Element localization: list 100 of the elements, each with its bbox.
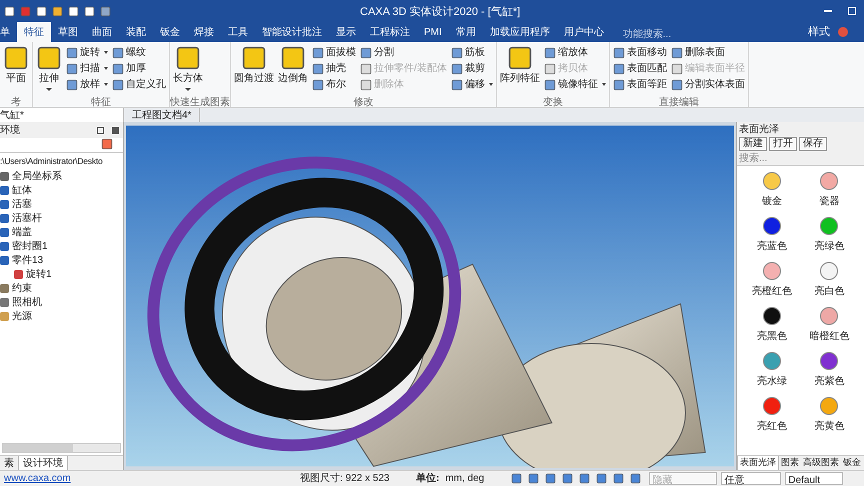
toolbar-button[interactable]: 打开 — [769, 137, 797, 151]
square-icon — [360, 78, 372, 90]
ribbon-tab[interactable]: 显示 — [329, 22, 363, 42]
tree-item[interactable]: 照相机 — [12, 295, 42, 310]
ribbon-tab[interactable]: 加载应用程序 — [482, 22, 557, 42]
ribbon-button[interactable]: 镜像特征 — [544, 77, 606, 92]
ribbon-button[interactable]: 自定义孔 — [112, 77, 166, 92]
tree-item[interactable]: 零件13 — [12, 253, 44, 268]
tree-item[interactable]: 旋转1 — [26, 267, 52, 282]
style-menu[interactable]: 样式 — [808, 24, 830, 40]
toolbar-icon[interactable] — [100, 6, 111, 16]
ribbon-button[interactable]: 布尔 — [312, 77, 356, 92]
document-tab[interactable]: 气缸* — [0, 108, 124, 122]
ribbon-button[interactable]: 筋板 — [450, 45, 493, 60]
ribbon-button[interactable]: 表面移动 — [612, 45, 667, 60]
search-field[interactable]: 搜索... — [737, 152, 864, 166]
ribbon-tab[interactable]: 单 — [0, 22, 17, 42]
ribbon-button[interactable]: 加厚 — [112, 61, 166, 76]
ribbon-button[interactable]: 偏移 — [450, 77, 493, 92]
ribbon-tab[interactable]: 装配 — [119, 22, 153, 42]
ribbon-tab[interactable]: 曲面 — [85, 22, 119, 42]
window-title: CAXA 3D 实体设计2020 - [气缸*] — [360, 4, 520, 20]
ribbon-button[interactable]: 缩放体 — [544, 45, 606, 60]
panel-title: 表面光泽 — [737, 122, 864, 136]
square-icon — [544, 78, 556, 90]
square-icon — [450, 46, 463, 58]
ribbon-tab[interactable]: PMI — [417, 22, 449, 42]
ribbon-button[interactable]: 圆角过渡 — [234, 45, 274, 86]
ribbon-button[interactable]: 旋转 — [66, 45, 108, 60]
search-field[interactable]: 功能搜索... — [622, 26, 703, 42]
panel-tab[interactable]: 表面光泽 — [737, 456, 779, 470]
square-icon — [670, 78, 683, 90]
style-dropdown[interactable]: Default — [785, 472, 844, 485]
tree-item[interactable]: 缸体 — [12, 183, 32, 198]
panel-tab[interactable]: 高级图素 — [801, 456, 841, 470]
toolbar-icon[interactable] — [579, 473, 590, 484]
ribbon-button[interactable]: 裁剪 — [450, 61, 493, 76]
group-label: 特征 — [91, 97, 111, 108]
ribbon-button[interactable]: 删除表面 — [670, 45, 745, 60]
ribbon-tab[interactable]: 常用 — [448, 22, 483, 42]
toolbar-icon[interactable] — [511, 473, 522, 484]
group-label: 考 — [11, 97, 21, 108]
material-label: 亮红色 — [756, 420, 787, 434]
toolbar-icon[interactable] — [596, 473, 608, 484]
panel-tab[interactable]: 设计环境 — [18, 456, 68, 470]
ribbon-button[interactable]: 边倒角 — [278, 45, 308, 86]
material-label: 镀金 — [762, 194, 782, 209]
toolbar-icon[interactable] — [528, 473, 540, 484]
ribbon-tab[interactable]: 智能设计批注 — [255, 22, 329, 42]
toolbar-icon[interactable] — [630, 473, 642, 484]
toolbar-icon[interactable] — [52, 6, 63, 16]
ribbon-button[interactable]: 扫描 — [66, 61, 108, 76]
ribbon-button[interactable]: 抽壳 — [312, 61, 356, 76]
toolbar-icon[interactable] — [84, 6, 95, 16]
toolbar-icon[interactable] — [545, 473, 556, 484]
toolbar-button[interactable]: 新建 — [739, 137, 767, 151]
toolbar-icon[interactable] — [68, 6, 79, 16]
ribbon-tab[interactable]: 工程标注 — [363, 22, 417, 42]
ribbon-tab[interactable]: 草图 — [51, 22, 85, 42]
ribbon-button[interactable]: 螺纹 — [112, 45, 166, 60]
toolbar-icon[interactable] — [613, 473, 624, 484]
ribbon-button[interactable]: 面拔模 — [312, 45, 356, 60]
ribbon-tab[interactable]: 工具 — [221, 22, 255, 42]
ribbon-button[interactable]: 阵列特征 — [500, 45, 540, 86]
ribbon-tab[interactable]: 用户中心 — [556, 22, 611, 42]
ribbon-button[interactable]: 分割 — [360, 45, 447, 60]
tree-item[interactable]: 端盖 — [12, 225, 32, 240]
toolbar-icon[interactable] — [36, 6, 47, 16]
toolbar-button[interactable]: 保存 — [799, 137, 827, 151]
ribbon-button[interactable]: 放样 — [66, 77, 108, 92]
tree-item[interactable]: 光源 — [12, 309, 32, 324]
panel-tab[interactable]: 钣金 — [841, 456, 863, 470]
toolbar-icon[interactable] — [4, 6, 15, 16]
tree-node-icon — [0, 242, 9, 251]
tree-item[interactable]: 密封圈1 — [12, 239, 48, 254]
square-icon — [360, 46, 372, 58]
tree-item[interactable]: 约束 — [12, 281, 32, 296]
tree-item[interactable]: 活塞杆 — [12, 211, 42, 226]
restore-icon[interactable] — [848, 7, 856, 15]
ribbon-button[interactable]: 表面等距 — [612, 77, 667, 92]
ribbon-button[interactable]: 拉伸 — [36, 45, 62, 91]
toolbar-icon[interactable] — [562, 473, 574, 484]
tree-item[interactable]: 活塞 — [12, 197, 32, 212]
snap-dropdown[interactable]: 任意 — [721, 472, 782, 485]
square-icon — [670, 62, 683, 74]
panel-title: 环境 — [0, 124, 20, 138]
ribbon-button[interactable]: 长方体 — [173, 45, 203, 91]
panel-tab[interactable]: 图素 — [779, 456, 801, 470]
ribbon-button[interactable]: 表面匹配 — [612, 61, 667, 76]
caret-icon — [104, 83, 108, 86]
ribbon-tab[interactable]: 焊接 — [187, 22, 221, 42]
tree-node-icon — [0, 312, 9, 321]
website-link[interactable]: www.caxa.com — [0, 471, 300, 486]
ribbon-tab[interactable]: 钣金 — [153, 22, 187, 42]
scrollbar[interactable] — [2, 443, 121, 453]
ribbon-tab[interactable]: 特征 — [17, 22, 51, 42]
ribbon-button[interactable]: 平面 — [3, 45, 29, 86]
panel-tab[interactable]: 素 — [0, 456, 18, 470]
tree-item[interactable]: 全局坐标系 — [12, 169, 62, 184]
ribbon-button[interactable]: 分割实体表面 — [670, 77, 745, 92]
